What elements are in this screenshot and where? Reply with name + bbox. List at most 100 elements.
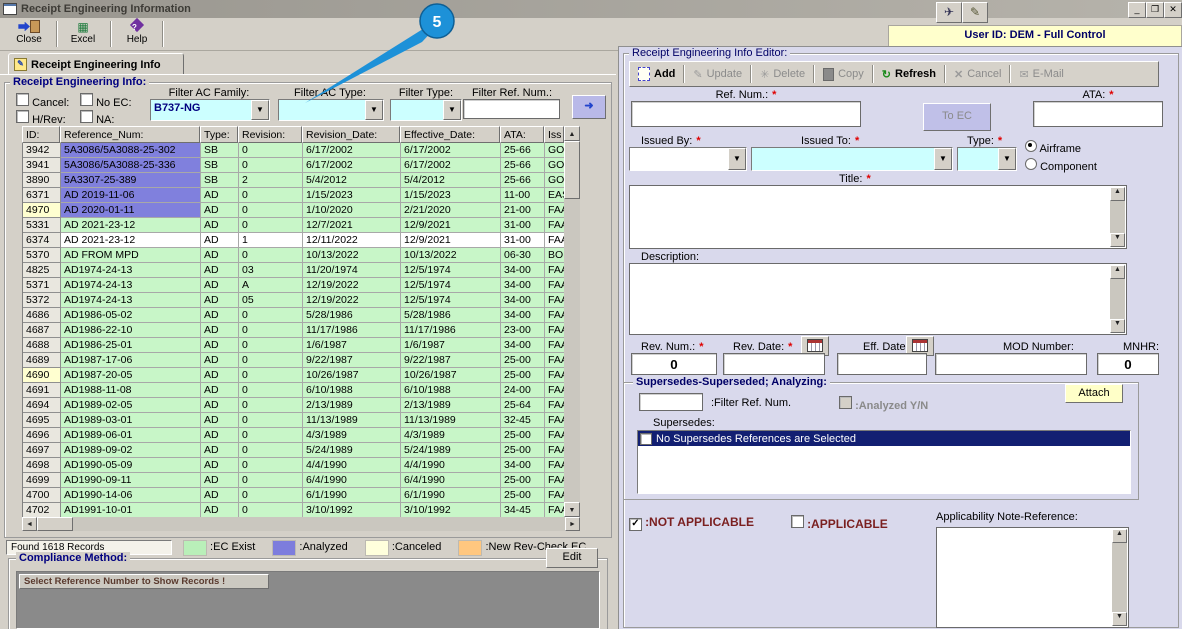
chevron-down-icon[interactable]: ▼ (365, 100, 383, 120)
table-cell[interactable]: 34-00 (501, 308, 545, 323)
table-row[interactable]: 4695 AD1989-03-01 AD 0 11/13/1989 11/13/1989 3… (23, 413, 565, 428)
table-cell[interactable]: AD (201, 278, 239, 293)
table-row[interactable]: 4697 AD1989-09-02 AD 0 5/24/1989 5/24/1989 25-… (23, 443, 565, 458)
applicable-checkbox[interactable]: :APPLICABLE (791, 515, 888, 531)
table-cell[interactable]: 21-00 (501, 203, 545, 218)
vertical-scroll-thumb[interactable] (564, 141, 580, 199)
scroll-up-icon[interactable]: ▲ (1110, 265, 1125, 279)
table-row[interactable]: 5331 AD 2021-23-12 AD 0 12/7/2021 12/9/2021 31… (23, 218, 565, 233)
component-radio[interactable]: Component (1025, 158, 1097, 173)
table-cell[interactable]: 10/26/1987 (303, 368, 401, 383)
table-cell[interactable]: AD (201, 338, 239, 353)
column-header[interactable]: Revision: (238, 126, 302, 143)
table-cell[interactable]: AD1974-24-13 (61, 263, 201, 278)
add-button[interactable]: Add (630, 64, 683, 84)
minimize-button[interactable]: _ (1128, 2, 1146, 18)
table-cell[interactable]: 5/28/1986 (401, 308, 501, 323)
table-cell[interactable]: 25-64 (501, 398, 545, 413)
table-cell[interactable]: 6/10/1988 (401, 383, 501, 398)
hrev-checkbox-box[interactable] (16, 110, 29, 123)
table-cell[interactable]: 12/5/1974 (401, 293, 501, 308)
table-cell[interactable]: 25-00 (501, 368, 545, 383)
table-cell[interactable]: 11/17/1986 (303, 323, 401, 338)
table-cell[interactable]: 0 (239, 398, 303, 413)
table-cell[interactable]: AD1990-14-06 (61, 488, 201, 503)
applicability-note-textarea[interactable]: ▲ ▼ (936, 527, 1129, 628)
component-radio-button[interactable] (1025, 158, 1037, 170)
table-cell[interactable]: 12/11/2022 (303, 233, 401, 248)
table-cell[interactable]: 0 (239, 338, 303, 353)
table-cell[interactable]: 12/19/2022 (303, 278, 401, 293)
table-cell[interactable]: 4696 (23, 428, 61, 443)
table-cell[interactable]: AD1990-05-09 (61, 458, 201, 473)
table-cell[interactable]: AD1987-20-05 (61, 368, 201, 383)
table-cell[interactable]: 5372 (23, 293, 61, 308)
table-cell[interactable]: 25-66 (501, 173, 545, 188)
horizontal-scroll-thumb[interactable] (37, 517, 73, 531)
table-row[interactable]: 4690 AD1987-20-05 AD 0 10/26/1987 10/26/1987 2… (23, 368, 565, 383)
table-cell[interactable]: 9/22/1987 (401, 353, 501, 368)
table-cell[interactable]: 5370 (23, 248, 61, 263)
table-row[interactable]: 3890 5A3307-25-389 SB 2 5/4/2012 5/4/2012 25-6… (23, 173, 565, 188)
table-cell[interactable]: 12/7/2021 (303, 218, 401, 233)
chevron-down-icon[interactable]: ▼ (998, 148, 1016, 170)
table-cell[interactable]: 32-45 (501, 413, 545, 428)
applicable-checkbox-box[interactable] (791, 515, 804, 528)
table-cell[interactable]: 2/13/1989 (401, 398, 501, 413)
column-header[interactable]: Revision_Date: (302, 126, 400, 143)
table-cell[interactable]: 2/13/1989 (303, 398, 401, 413)
table-cell[interactable]: 23-00 (501, 323, 545, 338)
table-cell[interactable]: 0 (239, 503, 303, 517)
table-cell[interactable]: 5331 (23, 218, 61, 233)
not-applicable-checkbox-box[interactable] (629, 518, 642, 531)
close-window-button[interactable]: ✕ (1164, 2, 1182, 18)
table-cell[interactable]: 5371 (23, 278, 61, 293)
table-cell[interactable]: 0 (239, 323, 303, 338)
table-cell[interactable]: AD (201, 428, 239, 443)
table-cell[interactable]: AD1974-24-13 (61, 293, 201, 308)
table-cell[interactable]: 0 (239, 188, 303, 203)
cancel-button[interactable]: ✕ Cancel (946, 64, 1009, 84)
table-cell[interactable]: AD FROM MPD (61, 248, 201, 263)
table-cell[interactable]: 9/22/1987 (303, 353, 401, 368)
column-header[interactable]: Effective_Date: (400, 126, 500, 143)
table-cell[interactable]: 0 (239, 368, 303, 383)
table-cell[interactable]: EAS (545, 188, 565, 203)
chevron-down-icon[interactable]: ▼ (443, 100, 461, 120)
table-cell[interactable]: 4825 (23, 263, 61, 278)
table-cell[interactable]: 6/17/2002 (303, 158, 401, 173)
table-cell[interactable]: FAA (545, 218, 565, 233)
table-cell[interactable]: 10/13/2022 (303, 248, 401, 263)
table-row[interactable]: 5371 AD1974-24-13 AD A 12/19/2022 12/5/1974 34… (23, 278, 565, 293)
table-cell[interactable]: AD (201, 323, 239, 338)
column-header[interactable]: Iss (544, 126, 564, 143)
table-cell[interactable]: 0 (239, 413, 303, 428)
table-cell[interactable]: 4700 (23, 488, 61, 503)
table-cell[interactable]: BO (545, 248, 565, 263)
table-cell[interactable]: 05 (239, 293, 303, 308)
table-row[interactable]: 4689 AD1987-17-06 AD 0 9/22/1987 9/22/1987 25-… (23, 353, 565, 368)
table-cell[interactable]: 5/28/1986 (303, 308, 401, 323)
table-cell[interactable]: SB (201, 173, 239, 188)
table-cell[interactable]: AD (201, 353, 239, 368)
table-cell[interactable]: AD (201, 203, 239, 218)
table-cell[interactable]: 0 (239, 473, 303, 488)
table-cell[interactable]: 3942 (23, 143, 61, 158)
filter-ref-num-input[interactable] (463, 99, 560, 119)
table-row[interactable]: 4696 AD1989-06-01 AD 0 4/3/1989 4/3/1989 25-00… (23, 428, 565, 443)
table-cell[interactable]: 0 (239, 443, 303, 458)
table-cell[interactable]: 06-30 (501, 248, 545, 263)
table-cell[interactable]: AD (201, 293, 239, 308)
table-cell[interactable]: 5A3307-25-389 (61, 173, 201, 188)
table-cell[interactable]: AD1986-25-01 (61, 338, 201, 353)
na-checkbox[interactable]: NA: (80, 110, 114, 126)
table-cell[interactable]: GO (545, 158, 565, 173)
table-cell[interactable]: GO (545, 173, 565, 188)
chevron-down-icon[interactable]: ▼ (934, 148, 952, 170)
analyzed-checkbox-box[interactable] (839, 396, 852, 409)
table-cell[interactable]: AD (201, 233, 239, 248)
table-cell[interactable]: 1/6/1987 (401, 338, 501, 353)
attach-button[interactable]: Attach (1065, 384, 1123, 403)
refresh-button[interactable]: ↻ Refresh (874, 64, 944, 84)
table-cell[interactable]: AD (201, 383, 239, 398)
